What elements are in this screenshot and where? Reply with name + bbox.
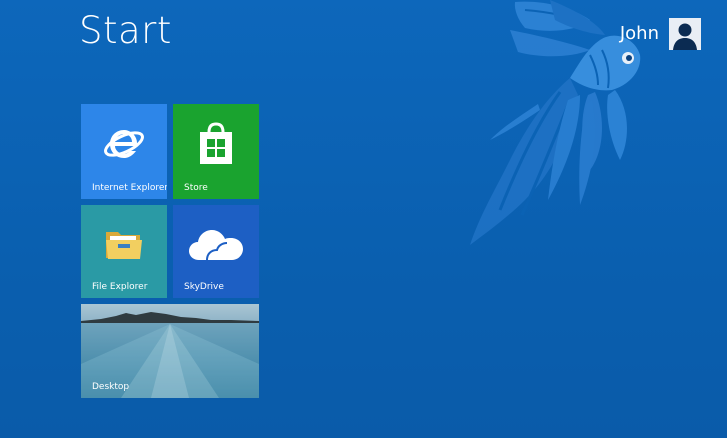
tile-file-explorer[interactable]: File Explorer [81, 205, 167, 298]
tile-label: Desktop [92, 382, 130, 392]
user-silhouette-icon [669, 18, 701, 50]
user-account[interactable]: John [620, 18, 701, 50]
start-screen: Start John Internet Explorer Store File … [0, 0, 727, 438]
tile-label: Internet Explorer [92, 183, 167, 193]
tile-skydrive[interactable]: SkyDrive [173, 205, 259, 298]
tile-internet-explorer[interactable]: Internet Explorer [81, 104, 167, 199]
tile-store[interactable]: Store [173, 104, 259, 199]
internet-explorer-icon [102, 122, 146, 170]
tile-label: Store [184, 183, 208, 193]
folder-icon [104, 226, 144, 266]
page-title: Start [79, 9, 172, 52]
tile-label: File Explorer [92, 282, 148, 292]
user-name: John [619, 23, 659, 44]
store-bag-icon [196, 122, 236, 170]
tile-label: SkyDrive [184, 282, 224, 292]
tile-desktop[interactable]: Desktop [81, 304, 259, 398]
cloud-icon [187, 226, 245, 266]
